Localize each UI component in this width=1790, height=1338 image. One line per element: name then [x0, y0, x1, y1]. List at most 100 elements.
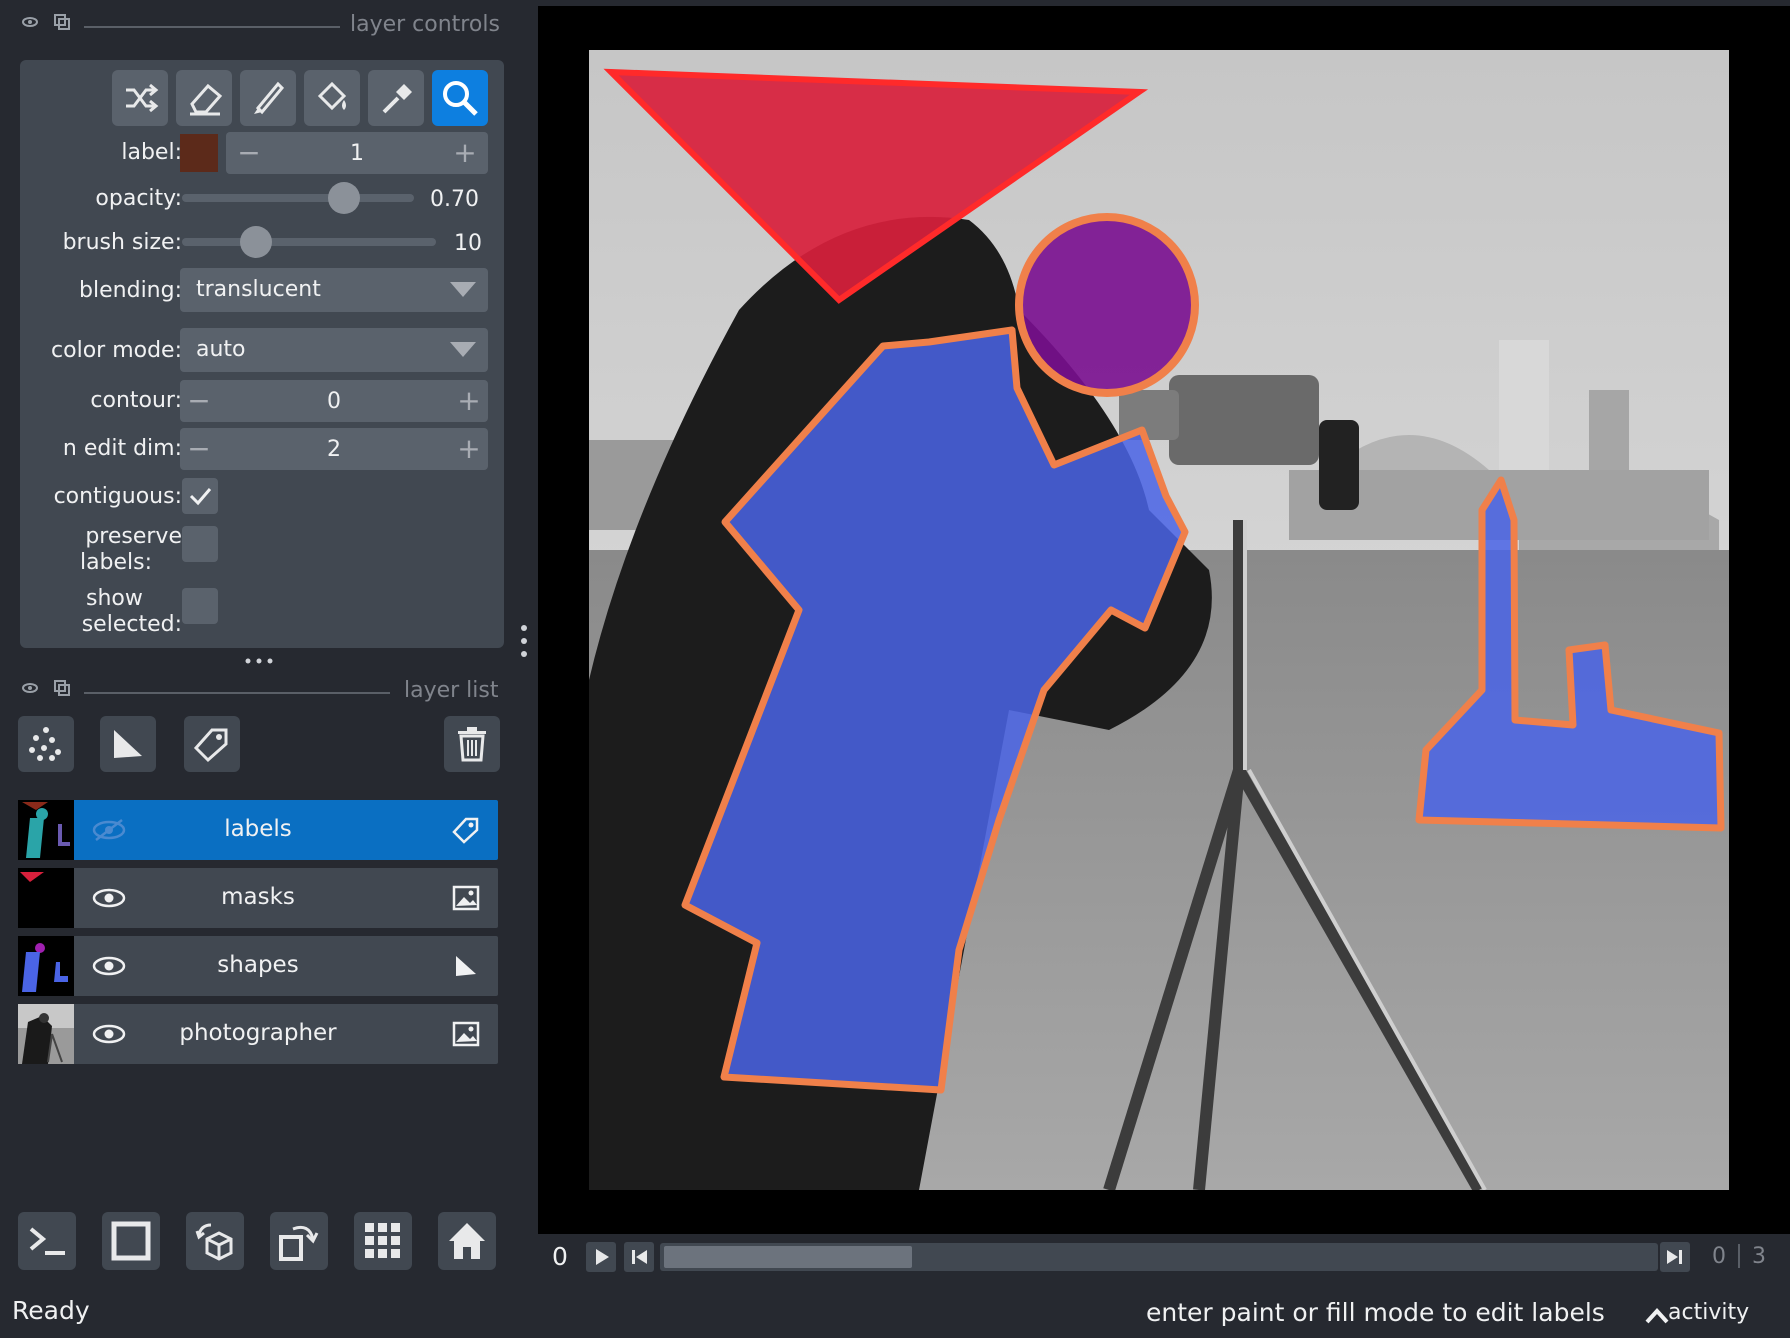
- n-edit-dim-caption: n edit dim:: [62, 436, 182, 461]
- color-mode-caption: color mode:: [51, 338, 182, 363]
- checkmark-icon: [189, 488, 212, 506]
- step-forward-button[interactable]: [1660, 1242, 1690, 1272]
- layer-item-masks[interactable]: masks: [18, 868, 498, 928]
- preserve-labels-caption-line2: labels:: [79, 550, 153, 575]
- play-button[interactable]: [586, 1242, 616, 1272]
- shuffle-colors-button[interactable]: [112, 70, 168, 126]
- float-panel-icon[interactable]: [22, 680, 38, 696]
- trash-icon: [458, 727, 486, 762]
- contour-spinbox[interactable]: − 0 +: [180, 380, 488, 422]
- label-caption: label:: [121, 140, 182, 165]
- color-mode-dropdown[interactable]: auto: [180, 328, 488, 372]
- layer-thumbnail: [18, 800, 74, 860]
- header-rule: [84, 26, 340, 28]
- layer-list-title: layer list: [404, 678, 499, 703]
- canvas-scene[interactable]: [589, 50, 1729, 1190]
- increment-icon[interactable]: +: [450, 138, 480, 168]
- ndisplay-toggle-button[interactable]: [102, 1212, 160, 1270]
- reset-view-button[interactable]: [438, 1212, 496, 1270]
- paint-button[interactable]: [240, 70, 296, 126]
- header-rule: [84, 692, 390, 694]
- layer-name: masks: [221, 884, 295, 910]
- preserve-labels-caption: preserve labels:: [40, 524, 182, 576]
- brush-size-slider-handle[interactable]: [239, 226, 272, 258]
- terminal-icon: [29, 1227, 65, 1255]
- label-color-swatch[interactable]: [180, 134, 218, 172]
- dims-slider-track[interactable]: [660, 1243, 1658, 1271]
- opacity-value: 0.70: [430, 187, 479, 212]
- increment-icon[interactable]: +: [454, 386, 484, 416]
- activity-label: activity: [1668, 1300, 1750, 1325]
- layer-thumbnail: [18, 936, 74, 996]
- shapes-icon: [114, 730, 142, 758]
- roll-dims-button[interactable]: [186, 1212, 244, 1270]
- opacity-slider[interactable]: [182, 194, 414, 202]
- blending-dropdown[interactable]: translucent: [180, 268, 488, 312]
- layer-thumbnail: [18, 1004, 74, 1064]
- brush-size-caption: brush size:: [62, 230, 182, 255]
- status-text: Ready: [12, 1296, 90, 1325]
- dims-axis-label[interactable]: 0: [552, 1242, 568, 1271]
- undock-panel-icon[interactable]: [54, 680, 70, 696]
- panel-splitter-handle[interactable]: [244, 654, 274, 668]
- opacity-slider-handle[interactable]: [328, 182, 361, 214]
- dims-separator: [1738, 1244, 1740, 1268]
- label-value: 1: [350, 141, 364, 166]
- skip-back-icon: [624, 1242, 654, 1272]
- show-selected-checkbox[interactable]: [182, 588, 218, 624]
- color-mode-value: auto: [196, 337, 246, 362]
- dock-splitter-handle[interactable]: [517, 622, 531, 662]
- new-labels-layer-button[interactable]: [184, 716, 240, 772]
- float-panel-icon[interactable]: [22, 14, 38, 30]
- labels-layer-controls: label: − 1 + opacity: 0.70 brush size: 1…: [20, 60, 504, 648]
- pan-zoom-button[interactable]: [432, 70, 488, 126]
- contiguous-caption: contiguous:: [53, 484, 182, 509]
- n-edit-dim-value: 2: [327, 437, 341, 462]
- dims-max-index: 3: [1752, 1244, 1766, 1269]
- brush-size-value: 10: [454, 231, 482, 256]
- label-spinbox[interactable]: − 1 +: [226, 132, 488, 174]
- blending-value: translucent: [196, 277, 321, 302]
- new-points-layer-button[interactable]: [18, 716, 74, 772]
- contour-value: 0: [327, 389, 341, 414]
- show-selected-caption-line2: selected:: [81, 612, 182, 637]
- dims-slider-bar: 0 0 3: [538, 1234, 1790, 1284]
- magnifier-icon: [443, 81, 478, 116]
- grid-view-button[interactable]: [354, 1212, 412, 1270]
- grid-icon: [365, 1223, 400, 1258]
- help-hint-text: enter paint or fill mode to edit labels: [1146, 1298, 1605, 1327]
- preserve-labels-checkbox[interactable]: [182, 526, 218, 562]
- paint-bucket-icon: [317, 81, 347, 111]
- console-button[interactable]: [18, 1212, 76, 1270]
- layer-item-photographer[interactable]: photographer: [18, 1004, 498, 1064]
- photographer-image-with-overlays: [589, 50, 1729, 1190]
- increment-icon[interactable]: +: [454, 434, 484, 464]
- layer-name: labels: [224, 816, 292, 842]
- shuffle-icon: [126, 83, 159, 113]
- dims-slider-handle[interactable]: [664, 1246, 912, 1268]
- contiguous-checkbox[interactable]: [182, 478, 218, 514]
- contour-caption: contour:: [90, 388, 182, 413]
- layer-name: photographer: [179, 1020, 337, 1046]
- undock-panel-icon[interactable]: [54, 14, 70, 30]
- rotate-cube-icon: [195, 1223, 233, 1261]
- layer-item-shapes[interactable]: shapes: [18, 936, 498, 996]
- step-back-button[interactable]: [624, 1242, 654, 1272]
- image-icon: [452, 1020, 480, 1048]
- square-2d-icon: [111, 1221, 151, 1261]
- fill-button[interactable]: [304, 70, 360, 126]
- delete-layer-button[interactable]: [444, 716, 500, 772]
- layer-item-labels[interactable]: labels: [18, 800, 498, 860]
- blending-caption: blending:: [79, 278, 182, 303]
- dims-current-index: 0: [1712, 1244, 1726, 1269]
- n-edit-dim-spinbox[interactable]: − 2 +: [180, 428, 488, 470]
- transpose-dims-button[interactable]: [270, 1212, 328, 1270]
- dropdown-arrow-icon: [450, 342, 476, 357]
- pick-button[interactable]: [368, 70, 424, 126]
- brush-size-slider[interactable]: [182, 238, 436, 246]
- opacity-caption: opacity:: [95, 186, 182, 211]
- erase-button[interactable]: [176, 70, 232, 126]
- chevron-up-icon: [1645, 1308, 1669, 1324]
- new-shapes-layer-button[interactable]: [100, 716, 156, 772]
- home-icon: [449, 1223, 485, 1259]
